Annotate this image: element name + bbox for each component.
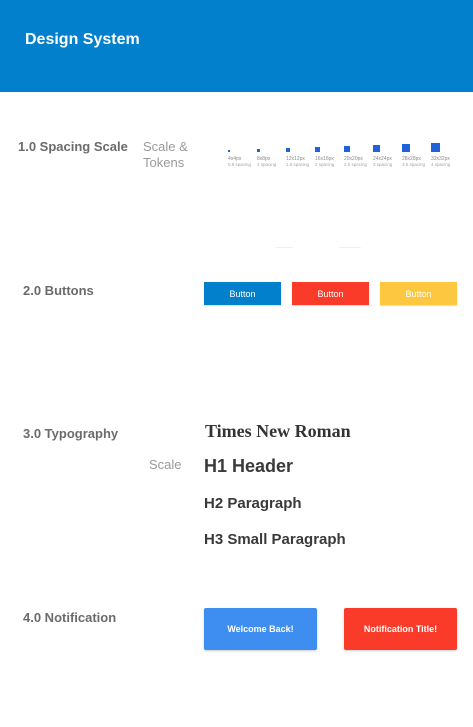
spacing-token-sub: 3 spacing <box>373 162 393 167</box>
spacing-section-title: 1.0 Spacing Scale <box>18 139 128 154</box>
spacing-token-sub: 2 spacing <box>315 162 335 167</box>
page-title: Design System <box>25 31 140 48</box>
spacing-swatch <box>257 149 260 152</box>
typography-section-title: 3.0 Typography <box>23 426 119 441</box>
spacing-token-sub: 0.5 spacing <box>228 162 252 167</box>
spacing-swatch <box>431 143 440 152</box>
h2-sample: H2 Paragraph <box>204 495 302 512</box>
h1-sample: H1 Header <box>204 456 294 476</box>
yellow-button[interactable]: Button <box>380 282 457 305</box>
spacing-token-sub: 1.5 spacing <box>286 162 310 167</box>
spacing-swatch <box>344 146 350 152</box>
title-notification[interactable]: Notification Title! <box>344 608 457 650</box>
h3-sample: H3 Small Paragraph <box>204 531 346 548</box>
divider <box>339 247 361 248</box>
spacing-token-sub: 2.5 spacing <box>344 162 368 167</box>
header-bar: Design System <box>0 0 473 92</box>
spacing-section-subtitle: Scale & Tokens <box>143 139 188 170</box>
spacing-token-sub: 4 spacing <box>431 162 451 167</box>
welcome-notification[interactable]: Welcome Back! <box>204 608 317 650</box>
font-family-sample: Times New Roman <box>205 421 351 441</box>
divider <box>276 247 293 248</box>
spacing-swatch <box>315 147 320 152</box>
spacing-swatch <box>373 145 380 152</box>
spacing-token-sub: 3.5 spacing <box>402 162 426 167</box>
typography-section-subtitle: Scale <box>149 457 182 472</box>
spacing-swatch <box>228 150 230 152</box>
blue-button[interactable]: Button <box>204 282 281 305</box>
spacing-swatch <box>402 144 410 152</box>
spacing-token-sub: 1 spacing <box>257 162 277 167</box>
buttons-section-title: 2.0 Buttons <box>23 283 94 298</box>
red-button[interactable]: Button <box>292 282 369 305</box>
spacing-swatch <box>286 148 290 152</box>
notification-section-title: 4.0 Notification <box>23 610 117 625</box>
